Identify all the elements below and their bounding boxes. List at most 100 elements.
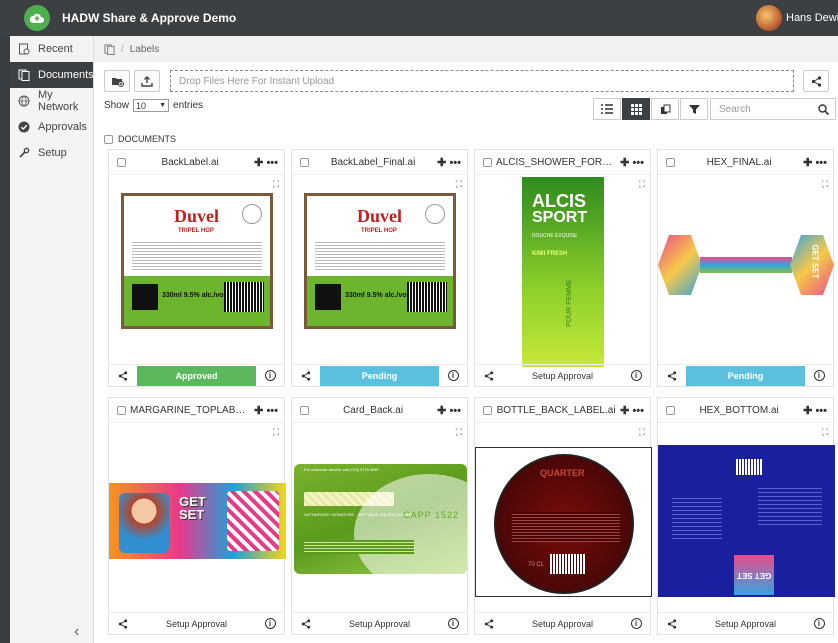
card-thumbnail[interactable]: ⛶ Duvel TRIPEL HOP 330ml 9.5% alc./vol. bbox=[292, 174, 467, 362]
expand-icon[interactable]: ⛶ bbox=[639, 179, 645, 190]
card-info-button[interactable]: i bbox=[439, 370, 467, 381]
card-share-button[interactable] bbox=[658, 370, 686, 381]
card-actions-menu[interactable]: ✚ ••• bbox=[803, 404, 827, 417]
expand-icon[interactable]: ⛶ bbox=[273, 427, 279, 438]
card-header: HEX_FINAL.ai ✚ ••• bbox=[658, 150, 833, 174]
card-share-button[interactable] bbox=[292, 370, 320, 381]
card-thumbnail[interactable]: ⛶ GET SET bbox=[658, 174, 834, 362]
filter-button[interactable] bbox=[680, 98, 708, 120]
card-info-button[interactable]: i bbox=[805, 618, 833, 629]
card-actions-menu[interactable]: ✚ ••• bbox=[437, 404, 461, 417]
card-thumbnail[interactable]: ⛶ QUARTER 70 CL bbox=[475, 422, 652, 610]
card-title[interactable]: MARGARINE_TOPLABEL... bbox=[126, 405, 254, 416]
card-info-button[interactable]: i bbox=[622, 370, 650, 381]
expand-icon[interactable]: ⛶ bbox=[822, 179, 828, 190]
copy-button[interactable] bbox=[651, 98, 679, 120]
document-card[interactable]: MARGARINE_TOPLABEL... ✚ ••• ⛶ GET SET Se… bbox=[108, 397, 286, 635]
card-share-button[interactable] bbox=[658, 618, 686, 629]
expand-icon[interactable]: ⛶ bbox=[822, 427, 828, 438]
card-checkbox[interactable] bbox=[117, 157, 126, 167]
card-thumbnail[interactable]: ⛶ For customer service call (+33) 9710 5… bbox=[292, 422, 467, 610]
card-checkbox[interactable] bbox=[300, 405, 309, 415]
card-thumbnail[interactable]: ⛶ ALCIS SPORT DOUCHE EXQUISE KIWI FRESH … bbox=[475, 174, 650, 367]
card-actions-menu[interactable]: ✚ ••• bbox=[620, 156, 644, 169]
card-share-button[interactable] bbox=[475, 618, 503, 629]
document-card[interactable]: BackLabel.ai ✚ ••• ⛶ Duvel TRIPEL HOP 33… bbox=[108, 149, 285, 387]
card-actions-menu[interactable]: ✚ ••• bbox=[254, 404, 278, 417]
user-name[interactable]: Hans Dewitte bbox=[786, 12, 838, 24]
card-thumbnail[interactable]: ⛶ GET SET bbox=[109, 422, 286, 610]
card-share-button[interactable] bbox=[475, 370, 503, 381]
setup-approval-button[interactable]: Setup Approval bbox=[137, 614, 256, 634]
card-thumbnail[interactable]: ⛶ Duvel TRIPEL HOP 330ml 9.5% alc./vol. bbox=[109, 174, 284, 362]
user-avatar[interactable] bbox=[756, 5, 782, 31]
card-checkbox[interactable] bbox=[117, 405, 126, 415]
document-card[interactable]: Card_Back.ai ✚ ••• ⛶ For customer servic… bbox=[291, 397, 468, 635]
card-actions-menu[interactable]: ✚ ••• bbox=[803, 156, 827, 169]
card-title[interactable]: BOTTLE_BACK_LABEL.ai bbox=[492, 405, 620, 416]
card-checkbox[interactable] bbox=[483, 405, 492, 415]
card-info-button[interactable]: i bbox=[622, 618, 650, 629]
breadcrumb-current: Labels bbox=[129, 43, 160, 55]
select-all-checkbox[interactable] bbox=[104, 134, 113, 144]
status-badge[interactable]: Approved bbox=[137, 365, 256, 386]
card-actions-menu[interactable]: ✚ ••• bbox=[620, 404, 644, 417]
document-card[interactable]: HEX_BOTTOM.ai ✚ ••• ⛶ GET SET Setup Appr… bbox=[657, 397, 835, 635]
card-info-button[interactable]: i bbox=[805, 370, 833, 381]
list-view-icon bbox=[601, 104, 613, 114]
white-swoosh bbox=[354, 474, 467, 574]
entries-select[interactable]: 10 ▼ bbox=[133, 99, 170, 112]
card-title[interactable]: HEX_BOTTOM.ai bbox=[675, 405, 803, 416]
sidebar-item-recent[interactable]: Recent bbox=[10, 36, 93, 62]
expand-icon[interactable]: ⛶ bbox=[639, 427, 645, 438]
card-share-button[interactable] bbox=[109, 618, 137, 629]
setup-approval-button[interactable]: Setup Approval bbox=[503, 366, 622, 386]
document-card[interactable]: BackLabel_Final.ai ✚ ••• ⛶ Duvel TRIPEL … bbox=[291, 149, 468, 387]
document-card[interactable]: BOTTLE_BACK_LABEL.ai ✚ ••• ⛶ QUARTER 70 … bbox=[474, 397, 652, 635]
status-badge[interactable]: Pending bbox=[320, 365, 439, 386]
card-share-button[interactable] bbox=[292, 618, 320, 629]
share-button[interactable] bbox=[803, 70, 829, 92]
documents-icon[interactable] bbox=[104, 43, 115, 55]
card-checkbox[interactable] bbox=[483, 157, 492, 167]
card-info-button[interactable]: i bbox=[256, 618, 284, 629]
sidebar-collapse-button[interactable]: ‹ bbox=[74, 623, 79, 641]
upload-dropzone[interactable]: Drop Files Here For Instant Upload bbox=[170, 70, 794, 92]
upload-button[interactable] bbox=[134, 70, 160, 92]
list-view-button[interactable] bbox=[593, 98, 621, 120]
sidebar-item-documents[interactable]: Documents bbox=[10, 62, 94, 88]
sidebar-item-setup[interactable]: Setup bbox=[10, 140, 93, 166]
setup-approval-button[interactable]: Setup Approval bbox=[686, 614, 805, 634]
card-actions-menu[interactable]: ✚ ••• bbox=[254, 156, 278, 169]
search-input[interactable]: Search bbox=[710, 98, 836, 120]
share-icon bbox=[667, 618, 677, 629]
card-title[interactable]: Card_Back.ai bbox=[309, 405, 437, 416]
expand-icon[interactable]: ⛶ bbox=[456, 427, 462, 438]
sidebar-item-approvals[interactable]: Approvals bbox=[10, 114, 93, 140]
status-badge[interactable]: Pending bbox=[686, 365, 805, 386]
setup-approval-button[interactable]: Setup Approval bbox=[320, 614, 439, 634]
setup-approval-button[interactable]: Setup Approval bbox=[503, 614, 622, 634]
card-title[interactable]: BackLabel.ai bbox=[126, 157, 254, 168]
expand-icon[interactable]: ⛶ bbox=[456, 179, 462, 190]
expand-icon[interactable]: ⛶ bbox=[273, 179, 279, 190]
card-actions-menu[interactable]: ✚ ••• bbox=[437, 156, 461, 169]
card-title[interactable]: BackLabel_Final.ai bbox=[309, 157, 437, 168]
card-title[interactable]: ALCIS_SHOWER_FOR_HE... bbox=[492, 157, 620, 168]
card-info-button[interactable]: i bbox=[439, 618, 467, 629]
app-logo[interactable] bbox=[24, 5, 50, 31]
breadcrumb-separator: / bbox=[121, 43, 124, 55]
card-title[interactable]: HEX_FINAL.ai bbox=[675, 157, 803, 168]
card-checkbox[interactable] bbox=[666, 405, 675, 415]
card-thumbnail[interactable]: ⛶ GET SET bbox=[658, 422, 835, 610]
card-checkbox[interactable] bbox=[666, 157, 675, 167]
card-share-button[interactable] bbox=[109, 370, 137, 381]
grid-view-button[interactable] bbox=[622, 98, 650, 120]
card-checkbox[interactable] bbox=[300, 157, 309, 167]
document-card[interactable]: ALCIS_SHOWER_FOR_HE... ✚ ••• ⛶ ALCIS SPO… bbox=[474, 149, 651, 387]
sidebar-item-my-network[interactable]: My Network bbox=[10, 88, 93, 114]
new-folder-button[interactable] bbox=[104, 70, 130, 92]
green-band: 330ml 9.5% alc./vol. bbox=[307, 276, 453, 326]
document-card[interactable]: HEX_FINAL.ai ✚ ••• ⛶ GET SET Pending i bbox=[657, 149, 834, 387]
card-info-button[interactable]: i bbox=[256, 370, 284, 381]
